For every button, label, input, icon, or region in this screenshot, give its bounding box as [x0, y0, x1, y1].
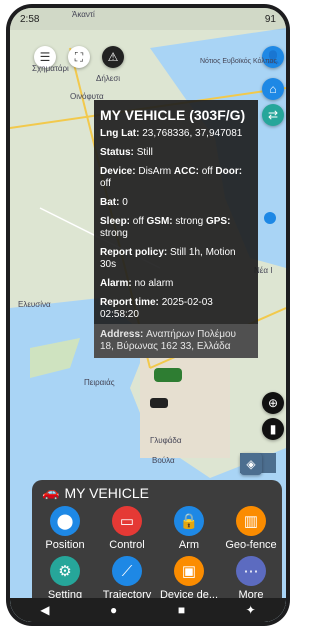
gps-value: strong: [100, 228, 128, 239]
gsm-label: GSM:: [146, 216, 173, 227]
sleep-label: Sleep:: [100, 216, 131, 227]
status-row: Status: Still: [100, 147, 252, 159]
nav-bar: ◀ ● ■ ✦: [10, 598, 286, 622]
map-label: Άκαντί: [72, 10, 95, 19]
gsm-value: strong: [175, 216, 204, 227]
action-geo-fence[interactable]: ▥ Geo-fence: [220, 506, 282, 551]
action-control[interactable]: ▭ Control: [96, 506, 158, 551]
trajectory-icon: ⟋: [112, 556, 142, 586]
battery-level: 91: [264, 13, 276, 25]
action-device-de[interactable]: ▣ Device de...: [158, 556, 220, 601]
door-value: off: [100, 178, 111, 189]
motorbike-marker-icon[interactable]: [150, 398, 168, 408]
alarm-row: Alarm: no alarm: [100, 278, 252, 290]
panel-header: 🚗 MY VEHICLE: [42, 484, 149, 501]
acc-label: ACC:: [173, 166, 199, 177]
alarm-label: Alarm:: [100, 278, 132, 289]
map-label: Ελευσίνα: [18, 300, 51, 309]
phone-frame: 2:58 91 ☰ ⛶ ⚠ 👤 ⌂ ⇄ Άκαντί Σχηματάρι Δήλ…: [6, 4, 290, 626]
map-label: Νότιος Ευβοϊκός Κόλπος: [200, 58, 277, 65]
device-icon: ▣: [174, 556, 204, 586]
lnglat-value: 23,768336, 37,947081: [142, 128, 243, 139]
action-trajectory[interactable]: ⟋ Trajectory: [96, 556, 158, 601]
action-label: Arm: [178, 539, 200, 551]
fence-icon: ▥: [236, 506, 266, 536]
sleep-value: off: [132, 216, 144, 227]
address-label: Address:: [100, 329, 144, 340]
lnglat-label: Lng Lat:: [100, 128, 140, 139]
home-icon[interactable]: ⌂: [262, 78, 284, 100]
status-time: 2:58: [20, 13, 40, 25]
map-label: Γλυφάδα: [150, 436, 182, 445]
report-policy-label: Report policy:: [100, 247, 168, 258]
vehicle-marker-icon[interactable]: [154, 368, 182, 382]
action-label: Position: [45, 539, 85, 551]
locate-icon[interactable]: ⊕: [262, 392, 284, 414]
report-policy-row: Report policy: Still 1h, Motion 30s: [100, 247, 252, 271]
action-more[interactable]: ⋯ More: [220, 556, 282, 601]
action-position[interactable]: ⬤ Position: [34, 506, 96, 551]
gear-icon: ⚙: [50, 556, 80, 586]
car-icon: 🚗: [42, 484, 60, 500]
map-layer-icon[interactable]: ▮: [262, 418, 284, 440]
panel-title: MY VEHICLE: [64, 484, 149, 501]
pin-icon: ⬤: [50, 506, 80, 536]
device-label: Device:: [100, 166, 136, 177]
more-icon: ⋯: [236, 556, 266, 586]
door-label: Door:: [215, 166, 243, 177]
map-label: Βούλα: [152, 456, 175, 465]
control-icon: ▭: [112, 506, 142, 536]
share-icon[interactable]: ⇄: [262, 104, 284, 126]
vehicle-actions-panel: 🚗 MY VEHICLE ⬤ Position ▭ Control 🔒 Arm ▥ Geo-f…: [32, 480, 282, 610]
vehicle-info-popup: MY VEHICLE (303F/G) Lng Lat: 23,768336, …: [94, 100, 258, 358]
bat-value: 0: [122, 197, 128, 208]
map-label: Πειραιάς: [84, 378, 115, 387]
action-arm[interactable]: 🔒 Arm: [158, 506, 220, 551]
lock-icon: 🔒: [174, 506, 204, 536]
action-label: Control: [109, 539, 145, 551]
accessibility-icon[interactable]: ✦: [246, 603, 256, 617]
recents-icon[interactable]: ■: [178, 603, 185, 617]
report-time-row: Report time: 2025-02-03 02:58:20: [100, 297, 252, 321]
home-nav-icon[interactable]: ●: [110, 603, 117, 617]
status-value: Still: [136, 147, 153, 158]
sleep-row: Sleep: off GSM: strong GPS: strong: [100, 216, 252, 240]
report-time-label: Report time:: [100, 297, 159, 308]
acc-value: off: [201, 166, 213, 177]
action-label: Geo-fence: [225, 539, 277, 551]
device-value: DisArm: [138, 166, 172, 177]
action-setting[interactable]: ⚙ Setting: [34, 556, 96, 601]
gps-label: GPS:: [205, 216, 231, 227]
map-label: Δήλεσι: [96, 74, 121, 83]
bat-row: Bat: 0: [100, 197, 252, 209]
bat-label: Bat:: [100, 197, 120, 208]
alarm-value: no alarm: [134, 278, 174, 289]
lnglat-row: Lng Lat: 23,768336, 37,947081: [100, 128, 252, 140]
alert-icon[interactable]: ⚠: [102, 46, 124, 68]
status-label: Status:: [100, 147, 134, 158]
popup-title: MY VEHICLE (303F/G): [100, 107, 246, 123]
status-bar: 2:58 91: [10, 8, 286, 30]
address-row: Address: Αναπήρων Πολέμου 18, Βύρωνας 16…: [94, 324, 258, 358]
back-icon[interactable]: ◀: [40, 603, 49, 617]
device-row: Device: DisArm ACC: off Door: off: [100, 166, 252, 190]
map-type-icon[interactable]: ◈: [240, 453, 262, 475]
screen: 2:58 91 ☰ ⛶ ⚠ 👤 ⌂ ⇄ Άκαντί Σχηματάρι Δήλ…: [10, 8, 286, 622]
fullscreen-icon[interactable]: ⛶: [68, 46, 90, 68]
map-label: Σχηματάρι: [32, 64, 69, 73]
